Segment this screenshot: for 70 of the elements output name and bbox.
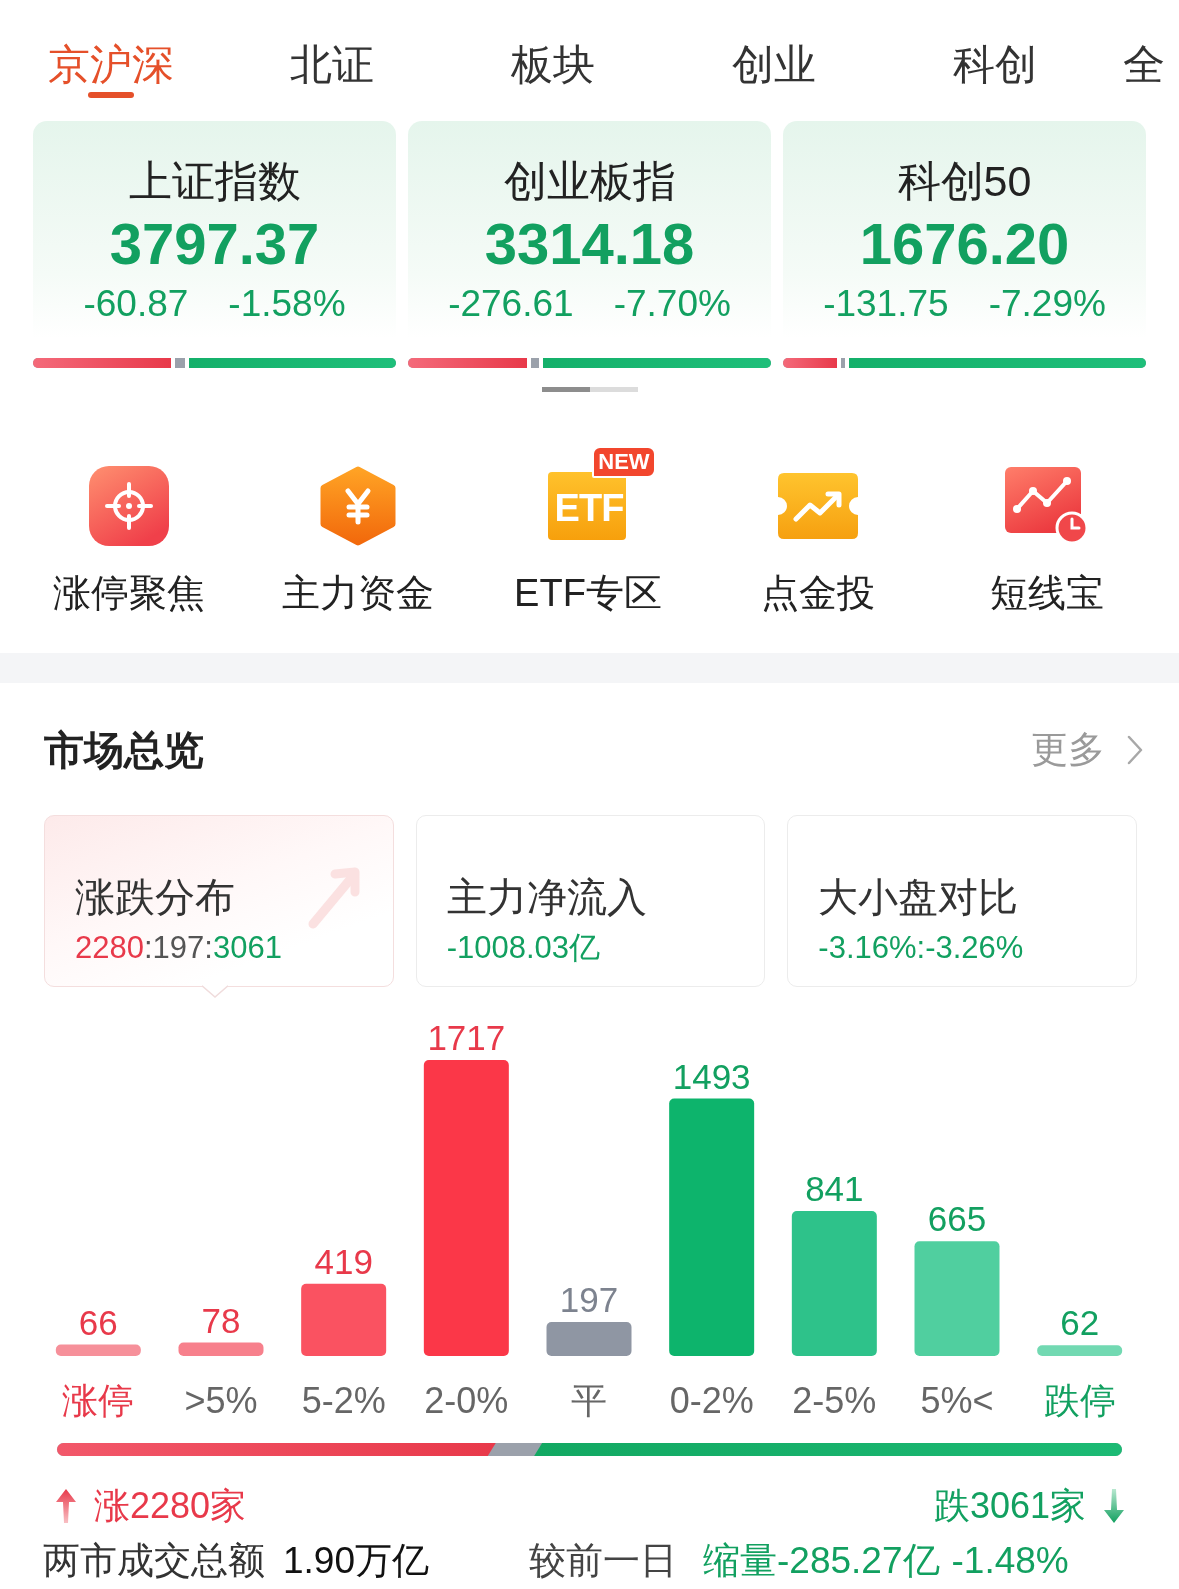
- index-name: 上证指数: [128, 157, 301, 205]
- down-arrow-icon: [1104, 1489, 1124, 1523]
- bar-category-label: 5-2%: [301, 1380, 386, 1421]
- up-arrow-icon: [56, 1489, 76, 1523]
- index-change-percent: -7.29%: [988, 284, 1106, 324]
- overview-card-title: 涨跌分布: [75, 874, 235, 920]
- crosshair-icon: [88, 466, 169, 546]
- overview-card-value: -1008.03亿: [446, 930, 601, 966]
- bar-category-label: 跌停: [1043, 1380, 1116, 1421]
- tab[interactable]: 全: [1105, 0, 1179, 102]
- turnover-label: 两市成交总额: [43, 1540, 265, 1582]
- bar-category-label: 5%<: [920, 1380, 994, 1421]
- bar-value-label: 419: [314, 1241, 373, 1281]
- overview-card-value: 2280:197:3061: [75, 930, 282, 966]
- tab[interactable]: 创业: [663, 0, 884, 102]
- quick-link[interactable]: 短线宝: [932, 442, 1162, 615]
- tab[interactable]: 京沪深: [0, 0, 221, 102]
- volume-change: 缩量-285.27亿: [703, 1540, 940, 1582]
- fall-count: 跌3061家: [933, 1484, 1086, 1528]
- overview-card-value: -3.16%:-3.26%: [818, 930, 1024, 966]
- compare-label: 较前一日: [529, 1540, 677, 1582]
- index-card[interactable]: 科创50 1676.20 -131.75 -7.29%: [783, 121, 1146, 368]
- tab[interactable]: 北证: [221, 0, 442, 102]
- overview-card-title: 大小盘对比: [818, 874, 1019, 920]
- bar-category-label: >5%: [184, 1380, 258, 1421]
- yen-hexagon-icon: [320, 466, 397, 546]
- index-card[interactable]: 上证指数 3797.37 -60.87 -1.58%: [33, 121, 396, 368]
- bar-category-label: 2-5%: [792, 1380, 877, 1421]
- index-change-percent: -7.70%: [613, 284, 731, 324]
- index-value: 3314.18: [484, 214, 695, 274]
- quick-link[interactable]: 点金投: [702, 442, 933, 615]
- turnover-value: 1.90万亿: [283, 1540, 429, 1582]
- index-value: 3797.37: [109, 214, 320, 274]
- tab[interactable]: 科创: [884, 0, 1105, 102]
- bar-value-label: 1717: [427, 1018, 506, 1057]
- bar-value-label: 665: [927, 1199, 987, 1239]
- chevron-right-icon: [1127, 735, 1143, 765]
- etf-logo: ETF: [548, 472, 626, 540]
- overview-card[interactable]: 主力净流入 -1008.03亿: [415, 815, 766, 987]
- index-name: 创业板指: [503, 157, 676, 205]
- index-name: 科创50: [897, 157, 1032, 205]
- tab[interactable]: 板块: [442, 0, 663, 102]
- bar-category-label: 0-2%: [669, 1380, 754, 1421]
- index-value: 1676.20: [859, 214, 1070, 274]
- bar-category-label: 平: [571, 1380, 607, 1421]
- index-change-percent: -1.58%: [228, 284, 346, 324]
- quick-link[interactable]: NEW ETF ETF专区: [473, 442, 703, 615]
- bar-value-label: 62: [1060, 1303, 1100, 1343]
- index-card[interactable]: 创业板指 3314.18 -276.61 -7.70%: [408, 121, 771, 368]
- index-change: -131.75: [823, 284, 949, 324]
- volume-change-percent: -1.48%: [951, 1540, 1069, 1582]
- bar-value-label: 1493: [672, 1056, 751, 1096]
- bar-value-label: 78: [201, 1300, 241, 1340]
- index-change: -276.61: [448, 284, 574, 324]
- bar-value-label: 66: [78, 1302, 118, 1342]
- bar-value-label: 197: [559, 1280, 619, 1320]
- overview-card[interactable]: 大小盘对比 -3.16%:-3.26%: [787, 815, 1137, 987]
- bar-value-label: 841: [805, 1169, 864, 1208]
- ticket-trend-icon: [777, 473, 858, 539]
- bar-category-label: 2-0%: [424, 1380, 509, 1421]
- bar-category-label: 涨停: [62, 1380, 135, 1421]
- overview-card-title: 主力净流入: [446, 874, 647, 920]
- quick-link[interactable]: 涨停聚焦: [14, 442, 244, 615]
- quick-link[interactable]: 主力资金: [243, 442, 474, 615]
- index-change: -60.87: [83, 284, 189, 324]
- section-title: 市场总览: [44, 727, 204, 774]
- rise-count: 涨2280家: [94, 1484, 247, 1528]
- new-badge: NEW: [592, 446, 656, 478]
- card-pointer: [202, 985, 228, 998]
- overview-card[interactable]: 涨跌分布 2280:197:3061: [44, 815, 394, 987]
